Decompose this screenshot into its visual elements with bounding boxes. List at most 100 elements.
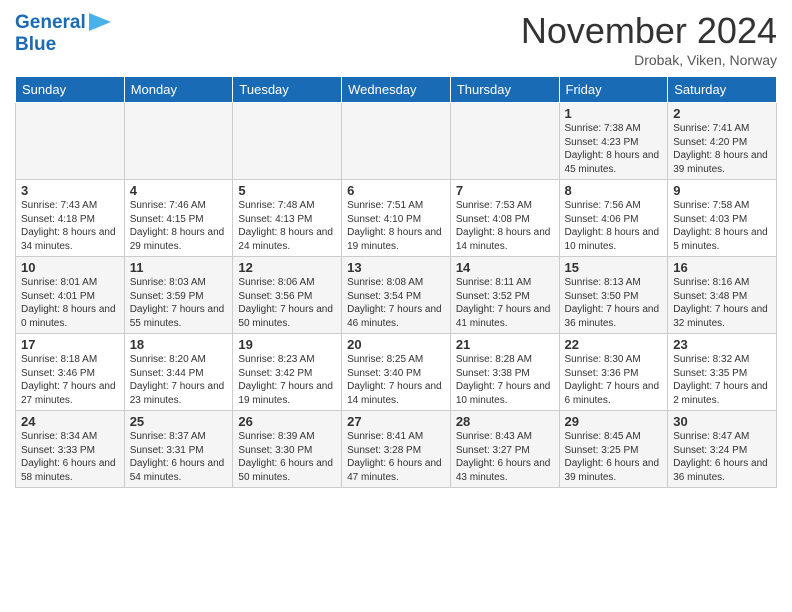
day-number: 14 (456, 260, 554, 275)
day-number: 21 (456, 337, 554, 352)
calendar-cell: 16Sunrise: 8:16 AM Sunset: 3:48 PM Dayli… (668, 257, 777, 334)
day-number: 18 (130, 337, 228, 352)
day-info: Sunrise: 8:39 AM Sunset: 3:30 PM Dayligh… (238, 430, 336, 484)
title-area: November 2024 Drobak, Viken, Norway (521, 10, 777, 68)
calendar-cell (16, 103, 125, 180)
col-thursday: Thursday (450, 77, 559, 103)
calendar-cell: 21Sunrise: 8:28 AM Sunset: 3:38 PM Dayli… (450, 334, 559, 411)
day-number: 5 (238, 183, 336, 198)
day-info: Sunrise: 8:16 AM Sunset: 3:48 PM Dayligh… (673, 276, 771, 330)
main-container: General Blue November 2024 Drobak, Viken… (0, 0, 792, 498)
day-info: Sunrise: 8:47 AM Sunset: 3:24 PM Dayligh… (673, 430, 771, 484)
day-info: Sunrise: 7:58 AM Sunset: 4:03 PM Dayligh… (673, 199, 771, 253)
day-info: Sunrise: 8:20 AM Sunset: 3:44 PM Dayligh… (130, 353, 228, 407)
day-info: Sunrise: 7:41 AM Sunset: 4:20 PM Dayligh… (673, 122, 771, 176)
calendar-cell: 1Sunrise: 7:38 AM Sunset: 4:23 PM Daylig… (559, 103, 668, 180)
calendar-cell: 27Sunrise: 8:41 AM Sunset: 3:28 PM Dayli… (342, 411, 451, 488)
calendar-cell (124, 103, 233, 180)
calendar-body: 1Sunrise: 7:38 AM Sunset: 4:23 PM Daylig… (16, 103, 777, 488)
col-monday: Monday (124, 77, 233, 103)
day-number: 7 (456, 183, 554, 198)
calendar-cell: 28Sunrise: 8:43 AM Sunset: 3:27 PM Dayli… (450, 411, 559, 488)
day-info: Sunrise: 8:11 AM Sunset: 3:52 PM Dayligh… (456, 276, 554, 330)
day-number: 8 (565, 183, 663, 198)
calendar-cell: 22Sunrise: 8:30 AM Sunset: 3:36 PM Dayli… (559, 334, 668, 411)
day-number: 15 (565, 260, 663, 275)
day-info: Sunrise: 7:46 AM Sunset: 4:15 PM Dayligh… (130, 199, 228, 253)
day-info: Sunrise: 7:43 AM Sunset: 4:18 PM Dayligh… (21, 199, 119, 253)
day-info: Sunrise: 8:45 AM Sunset: 3:25 PM Dayligh… (565, 430, 663, 484)
day-info: Sunrise: 8:13 AM Sunset: 3:50 PM Dayligh… (565, 276, 663, 330)
day-info: Sunrise: 7:56 AM Sunset: 4:06 PM Dayligh… (565, 199, 663, 253)
calendar-cell: 6Sunrise: 7:51 AM Sunset: 4:10 PM Daylig… (342, 180, 451, 257)
calendar-cell: 14Sunrise: 8:11 AM Sunset: 3:52 PM Dayli… (450, 257, 559, 334)
calendar-table: Sunday Monday Tuesday Wednesday Thursday… (15, 76, 777, 488)
calendar-cell: 4Sunrise: 7:46 AM Sunset: 4:15 PM Daylig… (124, 180, 233, 257)
calendar-cell: 30Sunrise: 8:47 AM Sunset: 3:24 PM Dayli… (668, 411, 777, 488)
day-number: 16 (673, 260, 771, 275)
calendar-cell: 10Sunrise: 8:01 AM Sunset: 4:01 PM Dayli… (16, 257, 125, 334)
calendar-cell: 29Sunrise: 8:45 AM Sunset: 3:25 PM Dayli… (559, 411, 668, 488)
col-tuesday: Tuesday (233, 77, 342, 103)
day-number: 10 (21, 260, 119, 275)
calendar-cell: 24Sunrise: 8:34 AM Sunset: 3:33 PM Dayli… (16, 411, 125, 488)
day-info: Sunrise: 8:06 AM Sunset: 3:56 PM Dayligh… (238, 276, 336, 330)
day-number: 28 (456, 414, 554, 429)
calendar-cell (233, 103, 342, 180)
day-number: 12 (238, 260, 336, 275)
calendar-week-row: 1Sunrise: 7:38 AM Sunset: 4:23 PM Daylig… (16, 103, 777, 180)
calendar-cell: 13Sunrise: 8:08 AM Sunset: 3:54 PM Dayli… (342, 257, 451, 334)
calendar-cell (450, 103, 559, 180)
calendar-cell: 2Sunrise: 7:41 AM Sunset: 4:20 PM Daylig… (668, 103, 777, 180)
logo: General Blue (15, 10, 111, 56)
day-info: Sunrise: 8:01 AM Sunset: 4:01 PM Dayligh… (21, 276, 119, 330)
day-number: 27 (347, 414, 445, 429)
day-info: Sunrise: 8:43 AM Sunset: 3:27 PM Dayligh… (456, 430, 554, 484)
location: Drobak, Viken, Norway (521, 52, 777, 68)
calendar-cell: 19Sunrise: 8:23 AM Sunset: 3:42 PM Dayli… (233, 334, 342, 411)
day-number: 3 (21, 183, 119, 198)
day-info: Sunrise: 8:41 AM Sunset: 3:28 PM Dayligh… (347, 430, 445, 484)
calendar-week-row: 10Sunrise: 8:01 AM Sunset: 4:01 PM Dayli… (16, 257, 777, 334)
calendar-cell: 9Sunrise: 7:58 AM Sunset: 4:03 PM Daylig… (668, 180, 777, 257)
col-friday: Friday (559, 77, 668, 103)
day-info: Sunrise: 8:08 AM Sunset: 3:54 PM Dayligh… (347, 276, 445, 330)
calendar-week-row: 3Sunrise: 7:43 AM Sunset: 4:18 PM Daylig… (16, 180, 777, 257)
day-number: 29 (565, 414, 663, 429)
calendar-cell: 8Sunrise: 7:56 AM Sunset: 4:06 PM Daylig… (559, 180, 668, 257)
day-number: 26 (238, 414, 336, 429)
day-info: Sunrise: 7:48 AM Sunset: 4:13 PM Dayligh… (238, 199, 336, 253)
day-info: Sunrise: 8:32 AM Sunset: 3:35 PM Dayligh… (673, 353, 771, 407)
calendar-week-row: 24Sunrise: 8:34 AM Sunset: 3:33 PM Dayli… (16, 411, 777, 488)
day-number: 9 (673, 183, 771, 198)
day-info: Sunrise: 8:23 AM Sunset: 3:42 PM Dayligh… (238, 353, 336, 407)
col-saturday: Saturday (668, 77, 777, 103)
day-info: Sunrise: 7:53 AM Sunset: 4:08 PM Dayligh… (456, 199, 554, 253)
day-info: Sunrise: 8:25 AM Sunset: 3:40 PM Dayligh… (347, 353, 445, 407)
calendar-cell: 12Sunrise: 8:06 AM Sunset: 3:56 PM Dayli… (233, 257, 342, 334)
logo-blue-text: Blue (15, 34, 56, 56)
calendar-cell: 26Sunrise: 8:39 AM Sunset: 3:30 PM Dayli… (233, 411, 342, 488)
day-info: Sunrise: 7:51 AM Sunset: 4:10 PM Dayligh… (347, 199, 445, 253)
day-number: 23 (673, 337, 771, 352)
day-info: Sunrise: 8:28 AM Sunset: 3:38 PM Dayligh… (456, 353, 554, 407)
day-info: Sunrise: 8:03 AM Sunset: 3:59 PM Dayligh… (130, 276, 228, 330)
day-number: 13 (347, 260, 445, 275)
day-info: Sunrise: 7:38 AM Sunset: 4:23 PM Dayligh… (565, 122, 663, 176)
day-info: Sunrise: 8:37 AM Sunset: 3:31 PM Dayligh… (130, 430, 228, 484)
day-number: 30 (673, 414, 771, 429)
calendar-cell: 25Sunrise: 8:37 AM Sunset: 3:31 PM Dayli… (124, 411, 233, 488)
calendar-cell: 15Sunrise: 8:13 AM Sunset: 3:50 PM Dayli… (559, 257, 668, 334)
day-info: Sunrise: 8:18 AM Sunset: 3:46 PM Dayligh… (21, 353, 119, 407)
day-number: 17 (21, 337, 119, 352)
day-number: 2 (673, 106, 771, 121)
day-number: 6 (347, 183, 445, 198)
col-wednesday: Wednesday (342, 77, 451, 103)
calendar-cell: 3Sunrise: 7:43 AM Sunset: 4:18 PM Daylig… (16, 180, 125, 257)
day-number: 4 (130, 183, 228, 198)
day-number: 22 (565, 337, 663, 352)
day-number: 24 (21, 414, 119, 429)
calendar-cell: 18Sunrise: 8:20 AM Sunset: 3:44 PM Dayli… (124, 334, 233, 411)
day-number: 11 (130, 260, 228, 275)
day-number: 19 (238, 337, 336, 352)
